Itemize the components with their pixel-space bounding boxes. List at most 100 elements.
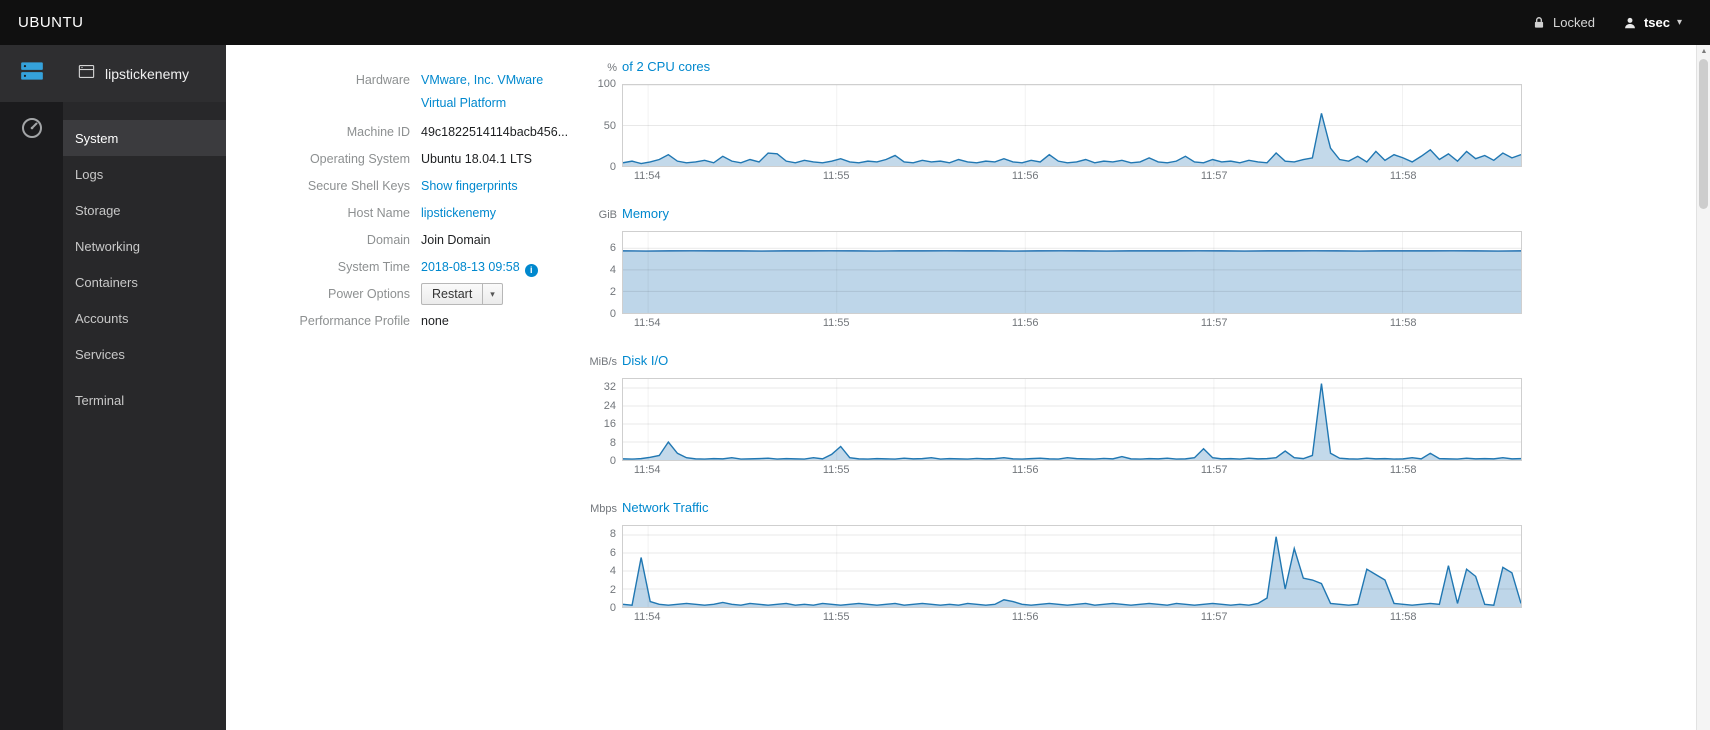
main-content: Hardware VMware, Inc. VMware Virtual Pla… [226,45,1696,730]
network-unit-label: Mbps [590,503,617,515]
network-plot-area [622,525,1522,608]
servers-icon [19,58,45,89]
sidebar-item-containers[interactable]: Containers [63,264,226,300]
memory-plot-area [622,231,1522,314]
y-tick-label: 4 [609,565,616,578]
x-tick-label: 11:58 [1389,317,1417,329]
x-tick-label: 11:56 [1011,464,1039,476]
x-tick-label: 11:54 [633,611,661,623]
user-menu[interactable]: tsec ▾ [1623,15,1682,30]
y-tick-label: 6 [609,241,616,254]
y-tick-label: 50 [603,119,616,132]
dashboard-nav-button[interactable] [0,102,63,159]
memory-y-axis: 6 4 2 0 [588,231,622,320]
user-icon [1623,16,1637,30]
y-tick-label: 16 [603,418,616,431]
y-tick-label: 8 [609,528,616,541]
topbar: UBUNTU Locked tsec ▾ [0,0,1710,45]
y-tick-label: 2 [609,285,616,298]
info-label: Hardware [355,73,410,87]
network-y-axis: 8 6 4 2 0 [588,525,622,614]
system-time-link[interactable]: 2018-08-13 09:58 [421,256,520,279]
disk-io-y-axis: 32 24 16 8 0 [588,378,622,467]
chart-svg [623,85,1521,166]
sidebar-item-storage[interactable]: Storage [63,192,226,228]
os-value: Ubuntu 18.04.1 LTS [421,152,532,166]
power-options-group: Restart ▾ [421,283,503,305]
y-tick-label: 0 [609,308,616,320]
lock-indicator[interactable]: Locked [1532,15,1595,30]
cpu-chart-link[interactable]: of 2 CPU cores [622,59,710,74]
y-tick-label: 8 [609,436,616,449]
info-label: Domain [366,233,410,247]
network-x-axis: 11:54 11:55 11:56 11:57 11:58 [622,608,1522,625]
y-tick-label: 0 [609,455,616,467]
machines-nav-button[interactable] [0,45,63,102]
x-tick-label: 11:55 [822,170,850,182]
sidebar-item-networking[interactable]: Networking [63,228,226,264]
y-tick-label: 2 [609,583,616,596]
disk-io-x-axis: 11:54 11:55 11:56 11:57 11:58 [622,461,1522,478]
hardware-link[interactable]: Virtual Platform [421,92,543,115]
cpu-x-axis: 11:54 11:55 11:56 11:57 11:58 [622,167,1522,184]
y-tick-label: 6 [609,546,616,559]
join-domain-link[interactable]: Join Domain [421,229,490,252]
x-tick-label: 11:54 [633,317,661,329]
hardware-link[interactable]: VMware, Inc. VMware [421,69,543,92]
cpu-unit-label: % [607,62,617,74]
memory-chart: GiB Memory 6420 11:54 11:55 11:56 11:57 11:5… [588,206,1522,331]
sidebar-item-logs[interactable]: Logs [63,156,226,192]
sidebar: lipstickenemy System Logs Storage Networ… [63,45,226,730]
cpu-y-axis: 100 50 0 [588,78,622,173]
x-tick-label: 11:57 [1200,170,1228,182]
x-tick-label: 11:55 [822,317,850,329]
sidebar-item-terminal[interactable]: Terminal [63,382,226,418]
y-tick-label: 100 [597,78,616,90]
server-icon [77,62,96,86]
x-tick-label: 11:57 [1200,611,1228,623]
lock-icon [1532,16,1546,30]
scrollbar[interactable]: ▲ [1696,45,1710,730]
host-header[interactable]: lipstickenemy [63,45,226,102]
x-tick-label: 11:56 [1011,317,1039,329]
scroll-up-arrow[interactable]: ▲ [1697,45,1710,58]
memory-x-axis: 11:54 11:55 11:56 11:57 11:58 [622,314,1522,331]
info-label: System Time [337,260,410,274]
restart-dropdown-button[interactable]: ▾ [483,283,503,305]
topbar-right: Locked tsec ▾ [1532,15,1710,30]
chevron-down-icon: ▾ [1676,17,1682,28]
scrollbar-thumb[interactable] [1699,59,1708,209]
host-name-link[interactable]: lipstickenemy [421,202,496,225]
network-traffic-chart: Mbps Network Traffic 86420 11:54 11:55 11:… [588,500,1522,625]
x-tick-label: 11:54 [633,464,661,476]
info-label: Machine ID [346,125,410,139]
disk-io-chart-link[interactable]: Disk I/O [622,353,668,368]
x-tick-label: 11:58 [1389,611,1417,623]
network-chart-link[interactable]: Network Traffic [622,500,708,515]
sidebar-item-accounts[interactable]: Accounts [63,300,226,336]
show-fingerprints-link[interactable]: Show fingerprints [421,175,518,198]
sidebar-item-services[interactable]: Services [63,336,226,372]
charts-panel: % of 2 CPU cores 100 50 0 11:54 11:55 11:56 1… [588,59,1522,647]
info-icon[interactable]: i [524,264,538,277]
x-tick-label: 11:58 [1389,464,1417,476]
x-tick-label: 11:56 [1011,611,1039,623]
cpu-chart: % of 2 CPU cores 100 50 0 11:54 11:55 11:56 1… [588,59,1522,184]
x-tick-label: 11:57 [1200,317,1228,329]
sidebar-item-system[interactable]: System [63,120,226,156]
chart-svg [623,379,1521,460]
lock-label: Locked [1553,15,1595,30]
y-tick-label: 32 [603,381,616,394]
x-tick-label: 11:57 [1200,464,1228,476]
chart-svg [623,232,1521,313]
disk-io-plot-area [622,378,1522,461]
disk-io-unit-label: MiB/s [589,356,618,368]
gauge-icon [20,116,44,145]
y-tick-label: 0 [609,161,616,173]
brand-title: UBUNTU [18,14,84,31]
memory-chart-link[interactable]: Memory [622,206,669,221]
x-tick-label: 11:55 [822,611,850,623]
x-tick-label: 11:54 [633,170,661,182]
icon-strip [0,45,63,730]
restart-button[interactable]: Restart [421,283,484,305]
